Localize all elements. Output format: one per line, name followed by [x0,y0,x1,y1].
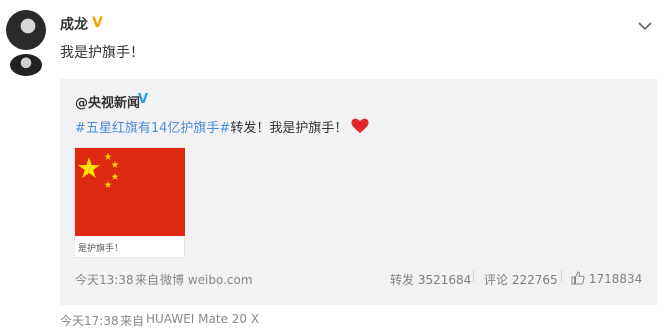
avatar-image-secondary [10,54,42,76]
verified-blue-badge-icon: V [138,92,149,107]
verified-badge-icon: V [92,15,103,31]
chevron-down-icon[interactable] [637,20,653,32]
like-count: 1718834 [588,272,643,286]
thumbs-up-icon [571,271,585,285]
image-thumbnail[interactable]: 是护旗手！ [74,147,185,258]
repost-card: @央视新闻 V #五星红旗有14亿护旗手#转发！我是护旗手！ 是护旗手！ 今天1… [60,79,657,305]
author-name[interactable]: 成龙 [60,14,88,34]
china-flag-image [75,148,185,236]
avatar-image [6,10,46,50]
comment-label: 评论 [484,273,509,287]
post-time[interactable]: 今天17:38 [60,312,119,329]
repost-label: 转发 [390,273,415,287]
comment-action[interactable]: 评论 222765 [484,271,558,288]
repost-time[interactable]: 今天13:38 [75,271,134,288]
post-device[interactable]: HUAWEI Mate 20 X [146,312,259,326]
post-text: 我是护旗手！ [60,45,144,61]
repost-from-label: 来自 [135,273,160,287]
comment-count: 222765 [511,273,558,287]
repost-source-link[interactable]: 微博 weibo.com [160,271,253,288]
repost-count: 3521684 [417,273,472,287]
repost-source-name[interactable]: @央视新闻 [75,92,140,111]
divider [561,270,562,282]
post-from-label: 来自 [120,314,145,328]
repost-text: #五星红旗有14亿护旗手#转发！我是护旗手！ [75,117,369,136]
repost-action[interactable]: 转发 3521684 [390,271,471,288]
repost-body: 转发！我是护旗手！ [230,121,348,136]
like-action[interactable]: 1718834 [571,271,642,286]
hashtag-link[interactable]: #五星红旗有14亿护旗手# [75,121,230,136]
avatar[interactable] [6,10,46,76]
heart-emoji-icon [351,118,369,133]
divider [473,270,474,282]
image-caption: 是护旗手！ [78,244,124,254]
